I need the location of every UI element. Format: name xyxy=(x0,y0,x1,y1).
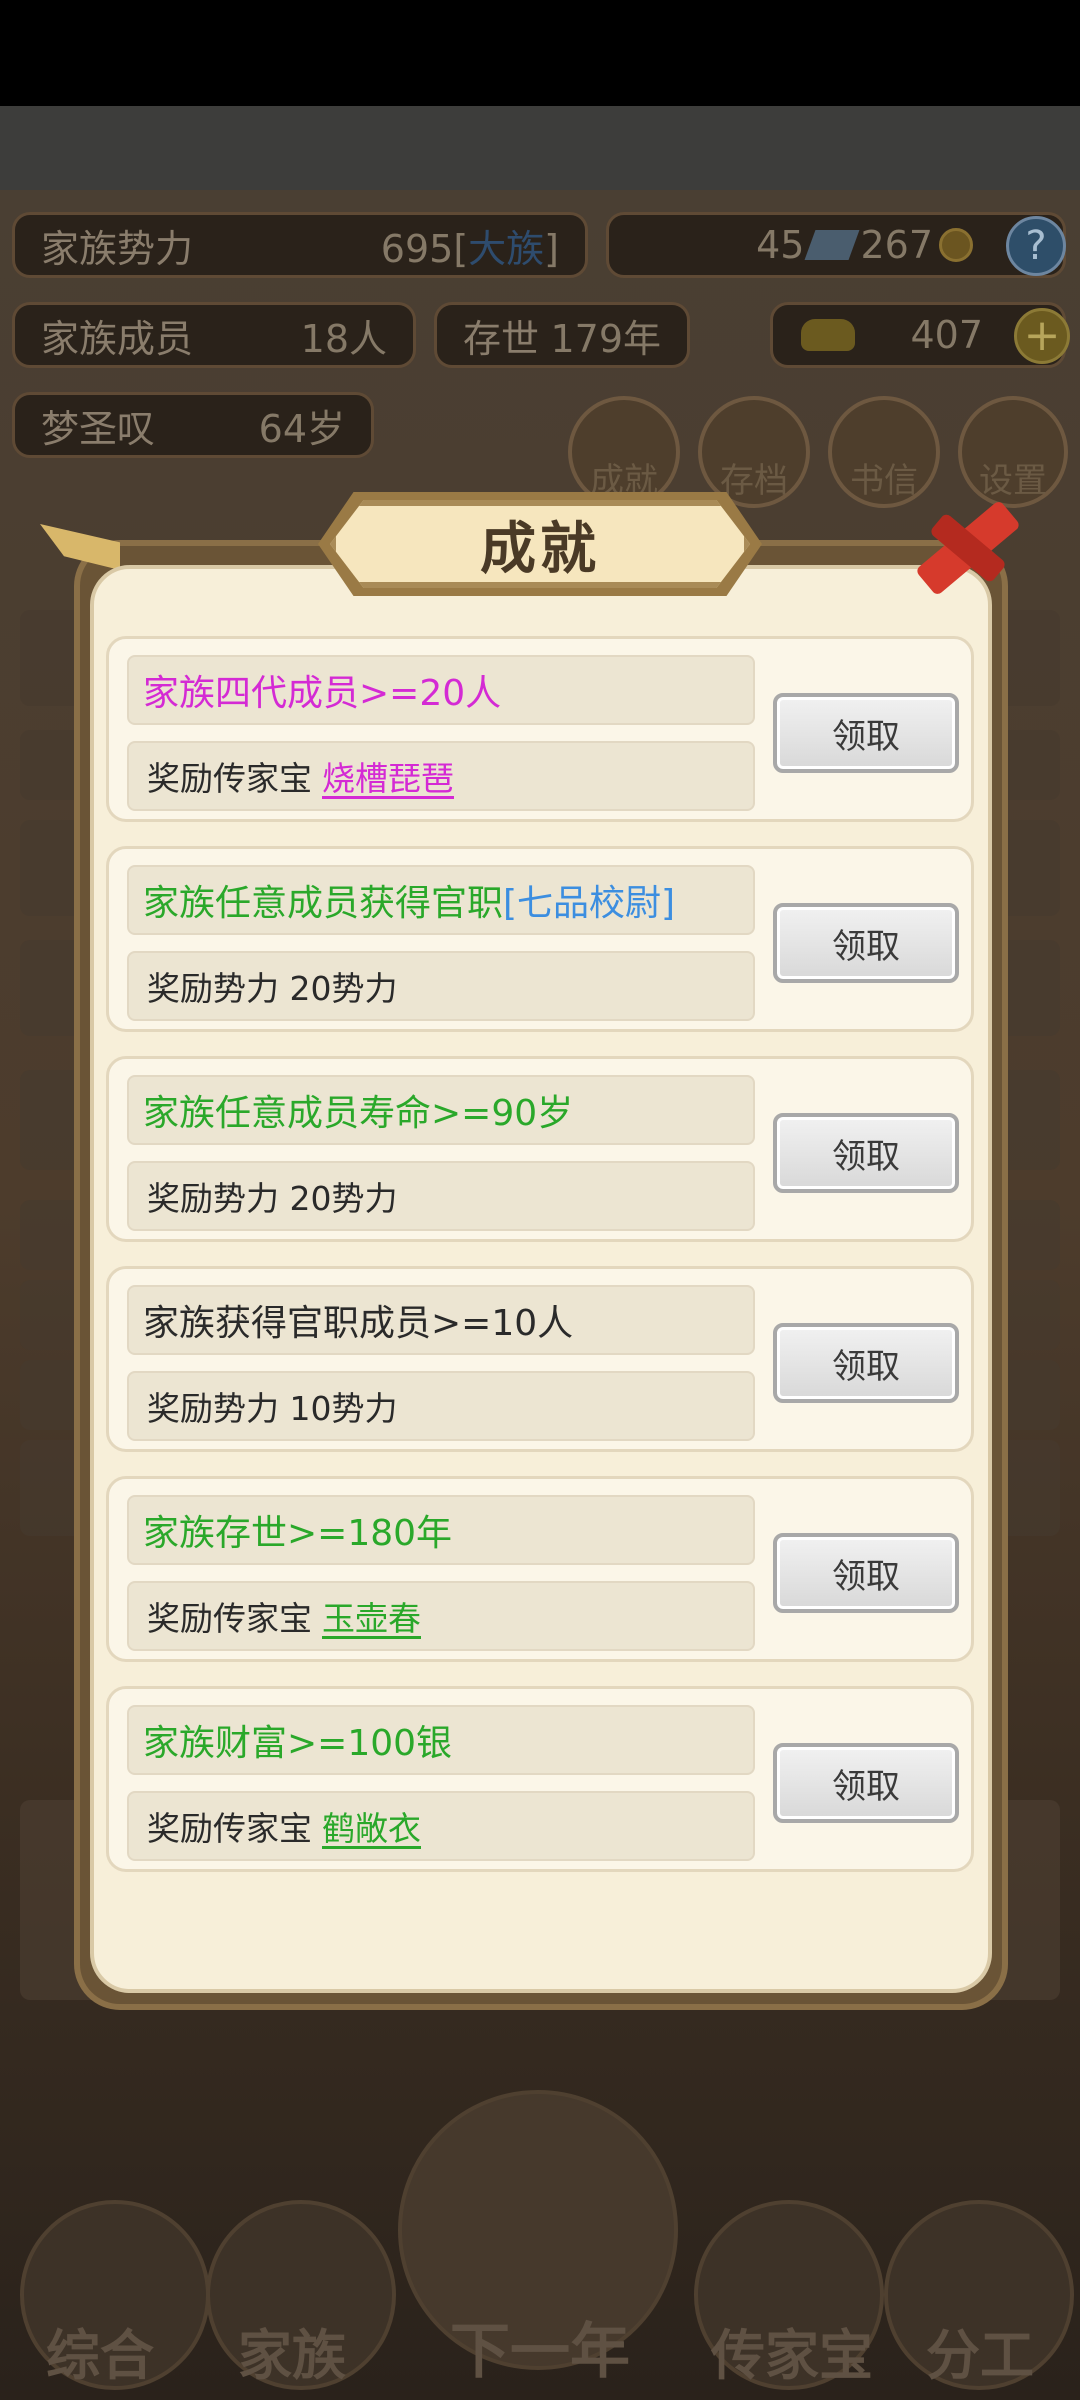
nav-heirloom[interactable]: 传家宝 xyxy=(692,2311,892,2390)
reward-text: 奖励传家宝 xyxy=(147,1809,312,1848)
achievement-condition: 家族获得官职成员>=10人 xyxy=(127,1285,755,1355)
letter-label: 书信 xyxy=(850,461,918,501)
age-value: 179年 xyxy=(550,316,661,361)
achievement-card: 家族四代成员>=20人 奖励传家宝 烧槽琵琶 领取 xyxy=(106,636,974,822)
achievement-reward: 奖励传家宝 烧槽琵琶 xyxy=(127,741,755,811)
condition-text: 家族任意成员获得官职 xyxy=(143,883,504,924)
condition-text: 家族财富>=100银 xyxy=(143,1723,453,1764)
achievement-reward: 奖励势力 20势力 xyxy=(127,1161,755,1231)
family-power-pill: 家族势力 695[大族] xyxy=(12,212,588,278)
family-power-value: 695[大族] xyxy=(380,226,559,271)
coin-icon xyxy=(939,228,973,262)
book-icon xyxy=(805,230,860,260)
claim-button[interactable]: 领取 xyxy=(773,1743,959,1823)
achievement-card: 家族财富>=100银 奖励传家宝 鹤敞衣 领取 xyxy=(106,1686,974,1872)
members-pill: 家族成员 18人 xyxy=(12,302,416,368)
achievement-condition: 家族四代成员>=20人 xyxy=(127,655,755,725)
condition-rank: [七品校尉] xyxy=(503,883,676,924)
modal-title: 成就 xyxy=(480,516,600,582)
help-button[interactable]: ? xyxy=(1006,216,1066,276)
achievement-card: 家族存世>=180年 奖励传家宝 玉壶春 领取 xyxy=(106,1476,974,1662)
settings-label: 设置 xyxy=(979,461,1047,501)
top-button-letter[interactable]: 书信 xyxy=(828,396,940,508)
close-button[interactable] xyxy=(914,498,1022,598)
books-count: 45 xyxy=(756,223,805,267)
top-button-save[interactable]: 存档 xyxy=(698,396,810,508)
status-bar xyxy=(0,0,1080,106)
condition-text: 家族任意成员寿命>=90岁 xyxy=(143,1093,574,1134)
currency-pill: 45 267 xyxy=(606,212,1066,278)
achievement-reward: 奖励势力 20势力 xyxy=(127,951,755,1021)
claim-button[interactable]: 领取 xyxy=(773,903,959,983)
condition-text: 家族四代成员>=20人 xyxy=(143,673,502,714)
leader-name: 梦圣叹 xyxy=(41,406,156,451)
family-power-label: 家族势力 xyxy=(41,226,194,271)
achievement-card: 家族获得官职成员>=10人奖励势力 10势力 领取 xyxy=(106,1266,974,1452)
achievement-card: 家族任意成员寿命>=90岁奖励势力 20势力 领取 xyxy=(106,1056,974,1242)
achievement-reward: 奖励传家宝 鹤敞衣 xyxy=(127,1791,755,1861)
top-button-settings[interactable]: 设置 xyxy=(958,396,1068,508)
achievement-reward: 奖励势力 10势力 xyxy=(127,1371,755,1441)
claim-button[interactable]: 领取 xyxy=(773,693,959,773)
claim-button[interactable]: 领取 xyxy=(773,1533,959,1613)
nav-division[interactable]: 分工 xyxy=(880,2311,1080,2390)
reward-item-link[interactable]: 烧槽琵琶 xyxy=(322,752,454,800)
add-gold-button[interactable]: + xyxy=(1014,308,1070,364)
claim-button[interactable]: 领取 xyxy=(773,1323,959,1403)
save-label: 存档 xyxy=(720,461,788,501)
reward-item-link[interactable]: 鹤敞衣 xyxy=(322,1802,421,1850)
modal-title-plate: 成就 xyxy=(330,500,750,588)
members-label: 家族成员 xyxy=(41,316,194,361)
gold-value: 407 xyxy=(910,313,983,357)
condition-text: 家族获得官职成员>=10人 xyxy=(143,1303,574,1344)
achievement-condition: 家族任意成员寿命>=90岁 xyxy=(127,1075,755,1145)
achievement-condition: 家族存世>=180年 xyxy=(127,1495,755,1565)
condition-text: 家族存世>=180年 xyxy=(143,1513,453,1554)
claim-button[interactable]: 领取 xyxy=(773,1113,959,1193)
reward-text: 奖励势力 10势力 xyxy=(147,1389,398,1428)
nav-overview[interactable]: 综合 xyxy=(0,2311,200,2390)
reward-text: 奖励势力 20势力 xyxy=(147,1179,398,1218)
age-label: 存世 xyxy=(463,316,540,361)
age-pill: 存世 179年 xyxy=(434,302,690,368)
reward-text: 奖励传家宝 xyxy=(147,1599,312,1638)
reward-item-link[interactable]: 玉壶春 xyxy=(322,1592,421,1640)
members-value: 18人 xyxy=(300,316,387,361)
achievement-condition: 家族财富>=100银 xyxy=(127,1705,755,1775)
reward-text: 奖励势力 20势力 xyxy=(147,969,398,1008)
question-icon: ? xyxy=(1025,223,1047,269)
top-button-achievement[interactable]: 成就 xyxy=(568,396,680,508)
leader-pill: 梦圣叹 64岁 xyxy=(12,392,374,458)
achievement-reward: 奖励传家宝 玉壶春 xyxy=(127,1581,755,1651)
plus-icon: + xyxy=(1023,310,1061,361)
leader-age: 64岁 xyxy=(258,406,345,451)
coins-count: 267 xyxy=(860,223,933,267)
achievement-card: 家族任意成员获得官职 [七品校尉] 奖励势力 20势力 领取 xyxy=(106,846,974,1032)
family-rank: 大族 xyxy=(468,226,545,271)
gold-ingot-icon xyxy=(801,319,855,351)
nav-family[interactable]: 家族 xyxy=(192,2311,392,2390)
achievement-condition: 家族任意成员获得官职 [七品校尉] xyxy=(127,865,755,935)
nav-next-year[interactable]: 下一年 xyxy=(430,2303,650,2390)
top-strip xyxy=(0,106,1080,190)
reward-text: 奖励传家宝 xyxy=(147,759,312,798)
